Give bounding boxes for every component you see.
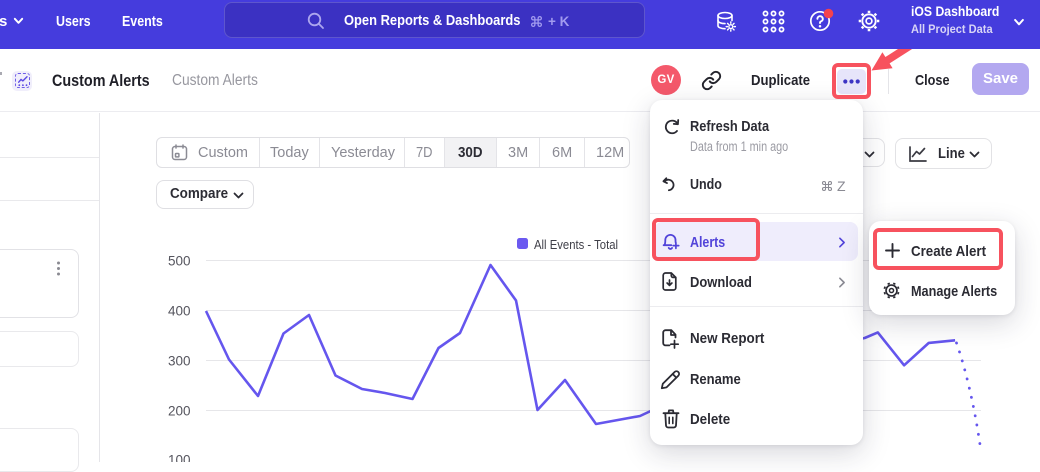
svg-text:100: 100 bbox=[168, 453, 191, 463]
svg-text:500: 500 bbox=[168, 254, 191, 269]
svg-text:400: 400 bbox=[168, 304, 191, 319]
svg-text:300: 300 bbox=[168, 354, 191, 369]
svg-text:200: 200 bbox=[168, 404, 191, 419]
